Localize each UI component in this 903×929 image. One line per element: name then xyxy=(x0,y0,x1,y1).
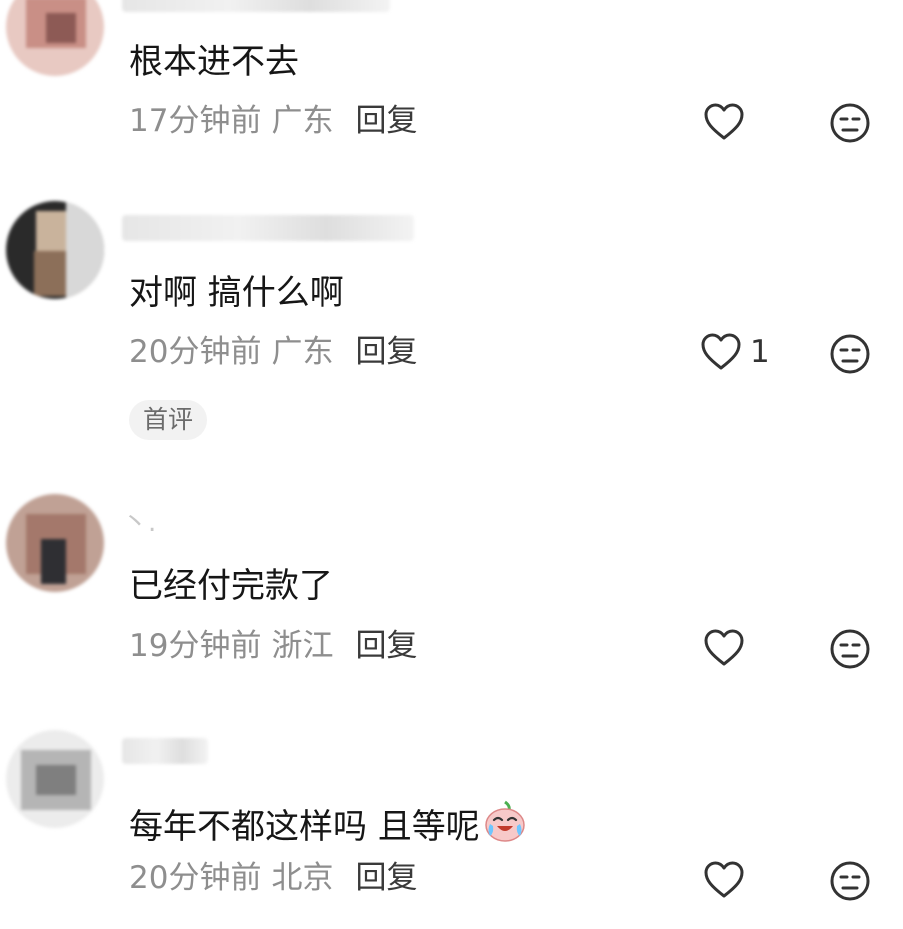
comment-location: 北京 xyxy=(271,860,334,896)
avatar[interactable] xyxy=(6,201,104,299)
comment-item: 每年不都这样吗 且等呢 20分钟前 北京 回复 xyxy=(0,720,903,929)
username[interactable]: 丶. xyxy=(122,510,156,536)
username[interactable] xyxy=(122,215,414,241)
heart-outline-icon xyxy=(704,629,744,666)
reply-button[interactable]: 回复 xyxy=(355,628,417,664)
heart-outline-icon xyxy=(704,103,744,140)
like-button[interactable] xyxy=(703,860,745,900)
avatar[interactable] xyxy=(6,0,104,76)
comment-time: 20分钟前 xyxy=(129,334,262,370)
reply-button[interactable]: 回复 xyxy=(355,103,417,139)
comment-location: 浙江 xyxy=(271,628,334,664)
crying-laughing-peach-emoji xyxy=(482,798,528,853)
comment-meta: 20分钟前 北京 回复 xyxy=(129,859,417,897)
reply-button[interactable]: 回复 xyxy=(355,334,417,370)
heart-outline-icon xyxy=(704,861,744,898)
comment-text: 根本进不去 xyxy=(129,42,299,82)
comment-text: 每年不都这样吗 且等呢 xyxy=(129,798,528,853)
dislike-button[interactable] xyxy=(829,628,871,674)
comment-location: 广东 xyxy=(271,334,334,370)
comment-time: 17分钟前 xyxy=(129,103,262,139)
comment-text: 对啊 搞什么啊 xyxy=(129,273,344,313)
comment-time: 20分钟前 xyxy=(129,860,262,896)
dislike-button[interactable] xyxy=(829,102,871,148)
meh-face-icon xyxy=(830,629,870,669)
reply-button[interactable]: 回复 xyxy=(355,860,417,896)
avatar[interactable] xyxy=(6,494,104,592)
dislike-button[interactable] xyxy=(829,860,871,906)
meh-face-icon xyxy=(830,861,870,901)
comment-item: 对啊 搞什么啊 20分钟前 广东 回复 1 首评 xyxy=(0,195,903,455)
comment-meta: 17分钟前 广东 回复 xyxy=(129,102,417,140)
username[interactable] xyxy=(122,738,208,764)
meh-face-icon xyxy=(830,334,870,374)
meh-face-icon xyxy=(830,103,870,143)
comment-item: 根本进不去 17分钟前 广东 回复 xyxy=(0,0,903,170)
dislike-button[interactable] xyxy=(829,333,871,379)
comment-meta: 19分钟前 浙江 回复 xyxy=(129,627,417,665)
username[interactable] xyxy=(122,0,390,12)
avatar[interactable] xyxy=(6,730,104,828)
like-count: 1 xyxy=(750,334,770,370)
like-button[interactable] xyxy=(703,628,745,668)
like-button[interactable] xyxy=(703,102,745,142)
like-button[interactable]: 1 xyxy=(700,332,770,372)
comment-time: 19分钟前 xyxy=(129,628,262,664)
comment-item: 丶. 已经付完款了 19分钟前 浙江 回复 xyxy=(0,490,903,690)
heart-outline-icon xyxy=(701,333,741,370)
comment-meta: 20分钟前 广东 回复 xyxy=(129,333,417,371)
first-comment-badge: 首评 xyxy=(129,400,208,440)
comment-location: 广东 xyxy=(271,103,334,139)
comment-text: 已经付完款了 xyxy=(129,566,333,606)
